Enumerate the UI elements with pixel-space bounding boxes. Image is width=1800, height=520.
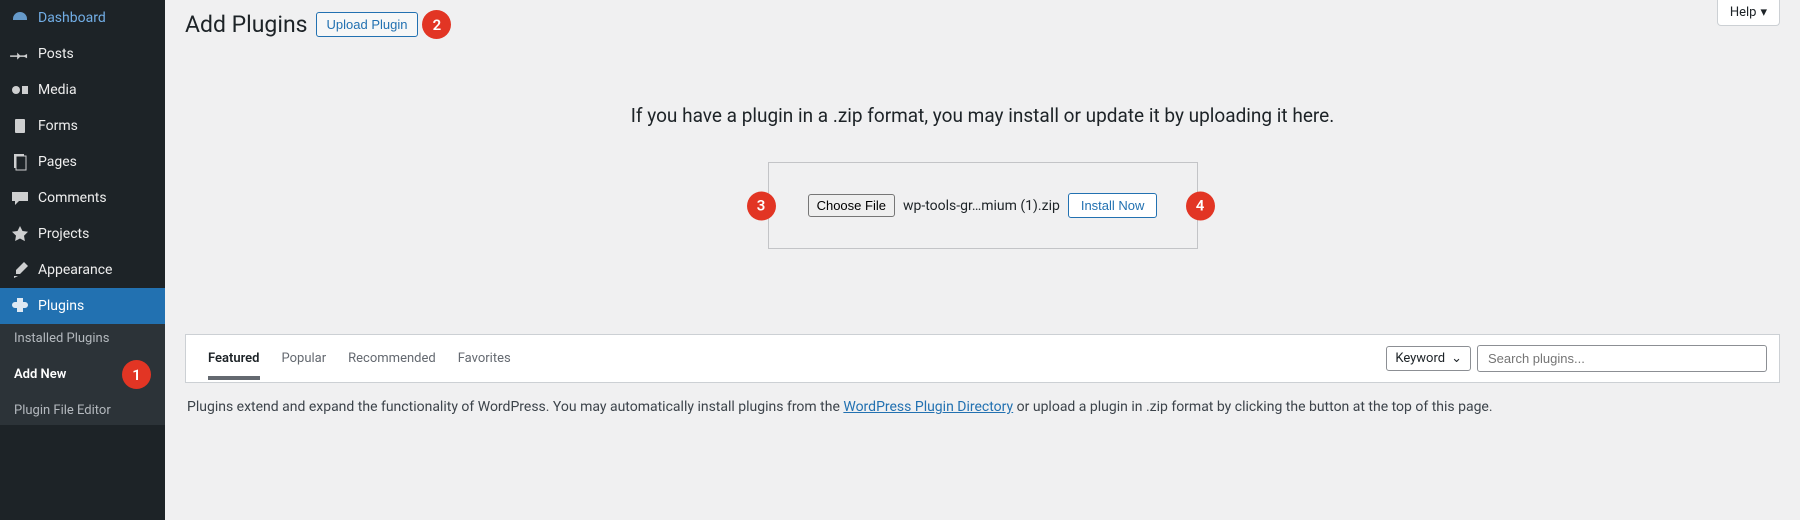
sidebar-item-label: Posts [38,46,74,62]
sidebar-item-appearance[interactable]: Appearance [0,252,165,288]
comment-icon [10,188,30,208]
tab-favorites[interactable]: Favorites [458,351,511,380]
sidebar-item-label: Plugins [38,298,84,314]
plugin-icon [10,296,30,316]
select-label: Keyword [1395,351,1445,366]
help-label: Help [1730,5,1757,20]
chevron-down-icon: ⌄ [1451,351,1462,366]
submenu-label: Plugin File Editor [14,403,111,418]
search-plugins-input[interactable] [1477,345,1767,372]
page-header: Add Plugins Upload Plugin 2 [165,0,1800,49]
star-icon [10,224,30,244]
page-title: Add Plugins [185,11,308,38]
annotation-badge-1: 1 [122,360,151,389]
submenu-installed-plugins[interactable]: Installed Plugins [0,324,165,353]
plugins-description: Plugins extend and expand the functional… [165,383,1800,431]
desc-text-post: or upload a plugin in .zip format by cli… [1013,399,1492,415]
submenu-add-new[interactable]: Add New 1 [0,353,165,396]
upload-instruction: If you have a plugin in a .zip format, y… [165,104,1800,127]
sidebar-item-media[interactable]: Media [0,72,165,108]
chevron-down-icon: ▾ [1760,5,1767,20]
annotation-badge-2: 2 [422,10,451,39]
sidebar-item-forms[interactable]: Forms [0,108,165,144]
annotation-badge-3: 3 [747,191,776,220]
sidebar-item-plugins[interactable]: Plugins [0,288,165,324]
help-tab[interactable]: Help ▾ [1717,0,1780,26]
brush-icon [10,260,30,280]
sidebar-item-label: Appearance [38,262,112,278]
sidebar-item-dashboard[interactable]: Dashboard [0,0,165,36]
media-icon [10,80,30,100]
sidebar-item-label: Projects [38,226,89,242]
admin-sidebar: Dashboard Posts Media Forms Pages Commen… [0,0,165,520]
choose-file-button[interactable]: Choose File [808,194,895,217]
page-icon [10,152,30,172]
sidebar-item-label: Comments [38,190,107,206]
sidebar-item-comments[interactable]: Comments [0,180,165,216]
gauge-icon [10,8,30,28]
submenu-plugin-file-editor[interactable]: Plugin File Editor [0,396,165,425]
desc-text-pre: Plugins extend and expand the functional… [187,399,843,415]
selected-filename: wp-tools-gr…mium (1).zip [903,198,1060,214]
plugins-submenu: Installed Plugins Add New 1 Plugin File … [0,324,165,425]
main-content: Help ▾ Add Plugins Upload Plugin 2 If yo… [165,0,1800,520]
filter-bar: Featured Popular Recommended Favorites K… [185,334,1780,383]
sidebar-item-label: Pages [38,154,77,170]
sidebar-item-projects[interactable]: Projects [0,216,165,252]
clipboard-icon [10,116,30,136]
sidebar-item-label: Dashboard [38,10,106,26]
install-now-button[interactable]: Install Now [1068,193,1158,218]
tab-featured[interactable]: Featured [208,351,260,380]
plugin-directory-link[interactable]: WordPress Plugin Directory [843,399,1013,415]
tab-popular[interactable]: Popular [282,351,327,380]
annotation-badge-4: 4 [1186,191,1215,220]
sidebar-item-pages[interactable]: Pages [0,144,165,180]
search-type-select[interactable]: Keyword ⌄ [1386,346,1471,371]
sidebar-item-label: Media [38,82,77,98]
submenu-label: Installed Plugins [14,331,109,346]
upload-form: 3 Choose File wp-tools-gr…mium (1).zip I… [768,162,1198,249]
filter-tabs: Featured Popular Recommended Favorites [198,337,521,380]
tab-recommended[interactable]: Recommended [348,351,436,380]
search-group: Keyword ⌄ [1386,335,1767,382]
pin-icon [10,44,30,64]
sidebar-item-label: Forms [38,118,78,134]
upload-plugin-button[interactable]: Upload Plugin [316,12,419,37]
submenu-label: Add New [14,367,66,382]
sidebar-item-posts[interactable]: Posts [0,36,165,72]
